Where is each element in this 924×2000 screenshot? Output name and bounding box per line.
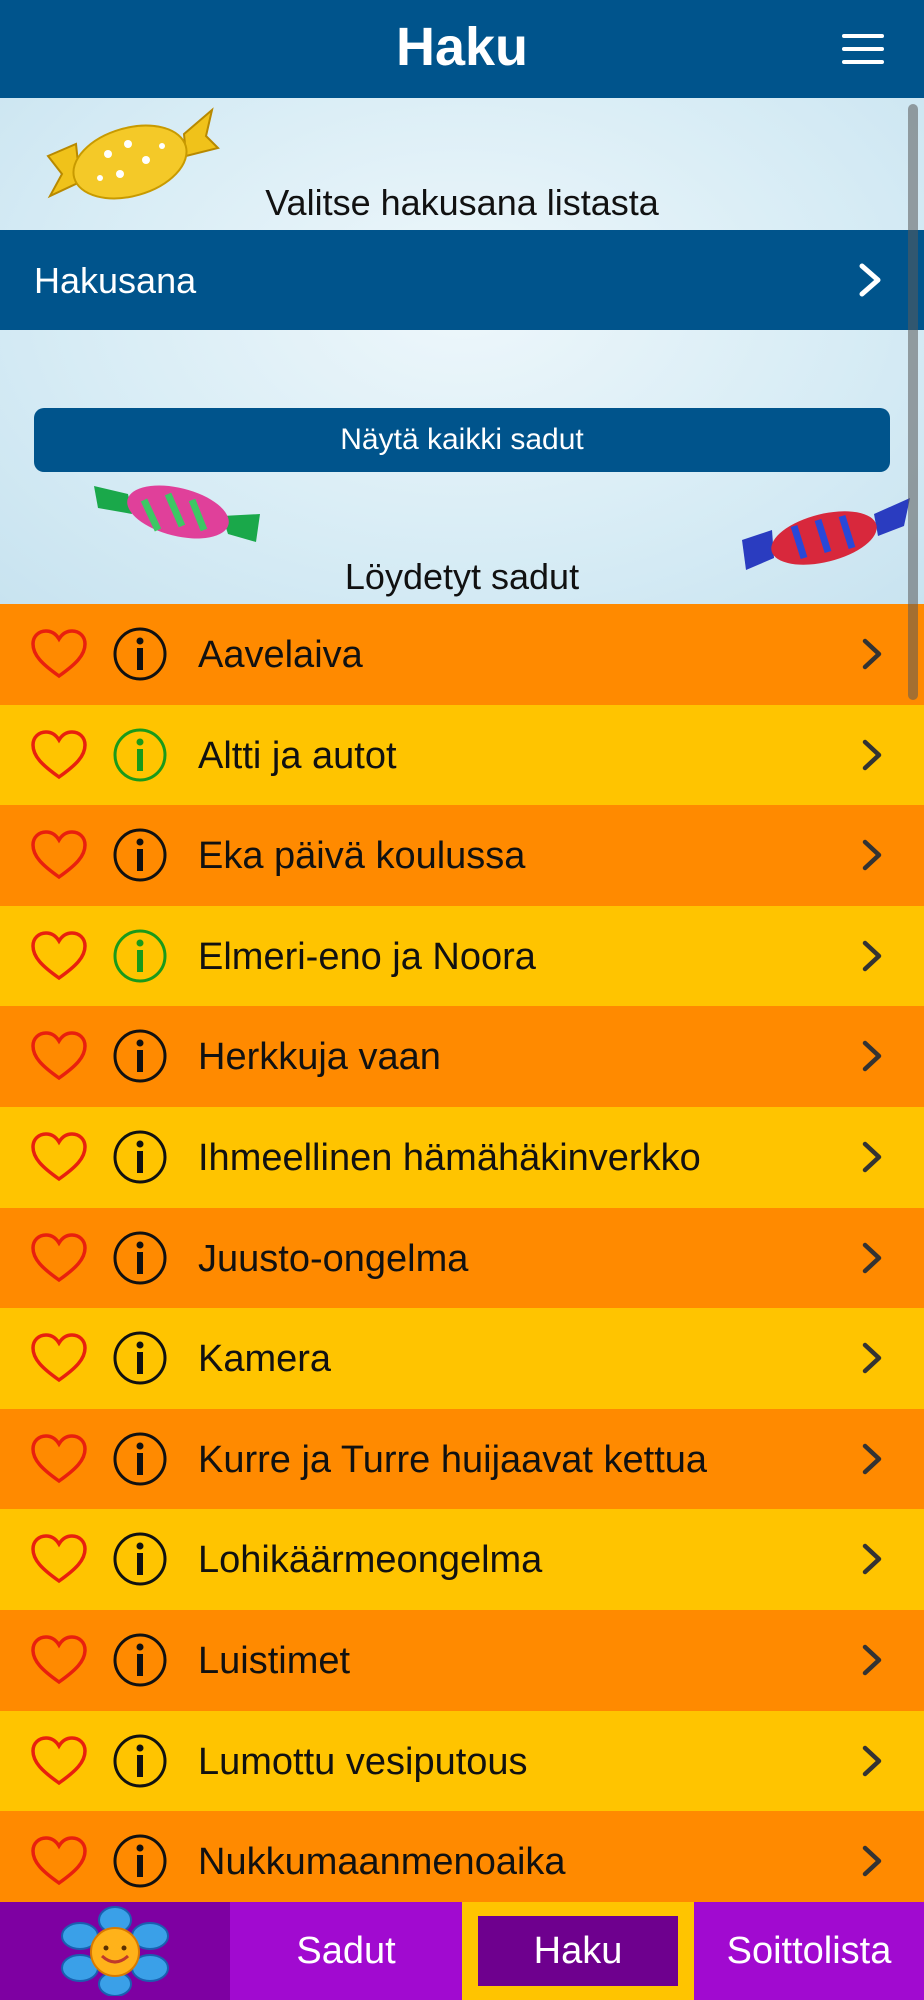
info-icon[interactable] [112,626,168,682]
list-item[interactable]: Kurre ja Turre huijaavat kettua [0,1408,924,1510]
heart-icon[interactable] [30,1634,88,1686]
tab-sadut[interactable]: Sadut [230,1902,462,2000]
heart-icon[interactable] [30,729,88,781]
list-item[interactable]: Eka päivä koulussa [0,805,924,906]
list-item[interactable]: Ihmeellinen hämähäkinverkko [0,1106,924,1208]
heart-icon[interactable] [30,1433,88,1485]
keyword-selector[interactable]: Hakusana [0,230,924,330]
chevron-right-icon [862,1544,882,1575]
chevron-right-icon [862,1141,882,1173]
chevron-right-icon [862,1745,882,1776]
chevron-right-icon [862,839,882,871]
top-bar: Haku [0,0,924,98]
search-area: Valitse hakusana listasta Hakusana Näytä… [0,98,924,604]
chevron-right-icon [862,1644,882,1676]
heart-icon[interactable] [30,628,88,680]
info-icon[interactable] [112,727,168,783]
tab-haku[interactable]: Haku [462,1902,694,2000]
info-icon[interactable] [112,1330,168,1386]
tab-haku-label: Haku [478,1916,678,1986]
show-all-stories-button[interactable]: Näytä kaikki sadut [34,408,890,472]
list-item[interactable]: Elmeri-eno ja Noora [0,905,924,1007]
info-icon[interactable] [112,1632,168,1688]
chevron-right-icon [862,1342,882,1374]
story-title: Herkkuja vaan [198,1036,441,1079]
keyword-label: Hakusana [34,260,197,301]
list-item[interactable]: Kamera [0,1308,924,1409]
story-title: Aavelaiva [198,634,363,676]
list-item[interactable]: Nukkumaanmenoaika [0,1811,924,1904]
scrollbar[interactable] [908,104,918,700]
story-title: Elmeri-eno ja Noora [198,935,536,978]
heart-icon[interactable] [30,1232,88,1284]
list-item[interactable]: Aavelaiva [0,604,924,705]
page-title: Haku [395,17,529,77]
info-icon[interactable] [112,1230,168,1286]
chevron-right-icon [862,1845,882,1877]
list-item[interactable]: Lumottu vesiputous [0,1710,924,1812]
list-item[interactable]: Luistimet [0,1609,924,1711]
story-title: Juusto-ongelma [198,1237,469,1280]
story-title: Ihmeellinen hämähäkinverkko [198,1136,701,1179]
story-title: Kamera [198,1338,332,1381]
heart-icon[interactable] [30,1030,88,1082]
info-icon[interactable] [112,1431,168,1487]
story-title: Lumottu vesiputous [198,1740,528,1783]
story-title: Nukkumaanmenoaika [198,1841,566,1884]
list-item[interactable]: Herkkuja vaan [0,1006,924,1107]
info-icon[interactable] [112,1531,168,1587]
tab-home[interactable] [0,1902,230,2000]
heart-icon[interactable] [30,1533,88,1585]
chevron-right-icon [862,638,882,670]
tab-soittolista[interactable]: Soittolista [694,1902,924,2000]
list-item[interactable]: Lohikäärmeongelma [0,1509,924,1610]
heart-icon[interactable] [30,1332,88,1384]
search-prompt: Valitse hakusana listasta [265,182,659,223]
story-title: Lohikäärmeongelma [198,1539,543,1582]
heart-icon[interactable] [30,829,88,881]
heart-icon[interactable] [30,930,88,982]
info-icon[interactable] [112,928,168,984]
story-title: Kurre ja Turre huijaavat kettua [198,1438,708,1481]
info-icon[interactable] [112,1833,168,1889]
story-title: Luistimet [198,1639,351,1682]
chevron-right-icon [862,739,882,770]
hamburger-icon[interactable] [842,34,884,64]
story-title: Altti ja autot [198,734,397,777]
info-icon[interactable] [112,1733,168,1789]
flower-logo-icon [61,1906,169,1996]
found-stories-title: Löydetyt sadut [344,556,580,597]
chevron-right-icon [862,1041,882,1072]
heart-icon[interactable] [30,1131,88,1183]
list-item[interactable]: Altti ja autot [0,704,924,806]
list-item[interactable]: Juusto-ongelma [0,1207,924,1309]
chevron-right-icon [859,263,881,297]
story-list: Aavelaiva Altti ja autot Eka päivä koulu… [0,604,924,1904]
chevron-right-icon [862,1443,882,1474]
info-icon[interactable] [112,827,168,883]
info-icon[interactable] [112,1028,168,1084]
heart-icon[interactable] [30,1735,88,1787]
info-icon[interactable] [112,1129,168,1185]
chevron-right-icon [862,940,882,972]
heart-icon[interactable] [30,1835,88,1887]
pink-candy-icon [94,485,260,542]
bottom-tab-bar: Sadut Haku Soittolista [0,1902,924,2000]
chevron-right-icon [862,1242,882,1273]
story-title: Eka päivä koulussa [198,835,526,878]
